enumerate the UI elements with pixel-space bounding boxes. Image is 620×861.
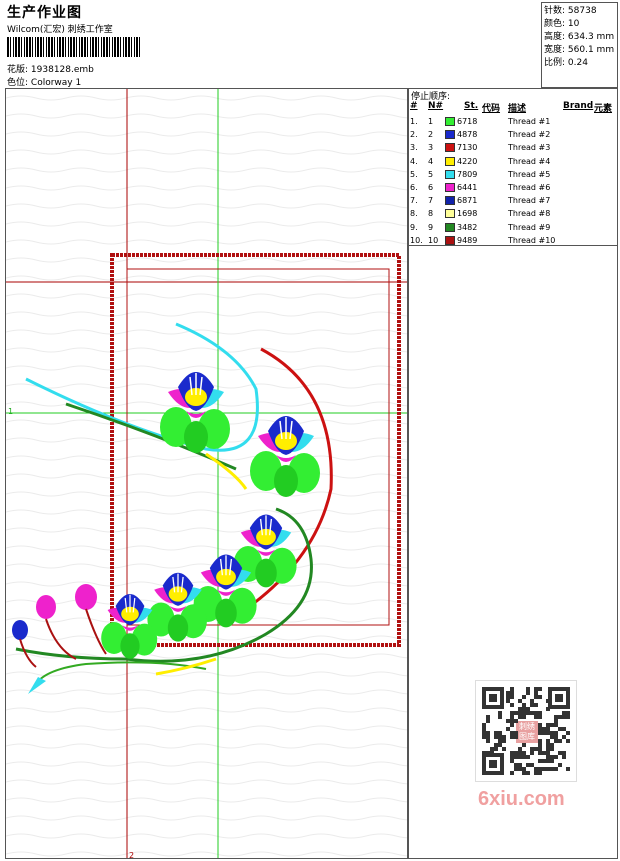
thread-desc: Thread #8 (508, 209, 551, 219)
thread-num: 8. (410, 209, 418, 219)
qr-stamp: 刺绣图库 (519, 722, 535, 741)
file-line: 花版: 1938128.emb (7, 62, 94, 75)
thread-n: 1 (428, 117, 434, 126)
thread-code: 1698 (457, 209, 478, 219)
page-title: 生产作业图 (7, 5, 82, 21)
thread-swatch (445, 209, 455, 219)
thread-row[interactable]: 2. 2 4878 Thread #2 (409, 128, 619, 141)
barcode (7, 37, 140, 57)
thread-desc: Thread #2 (508, 130, 551, 140)
thread-num: 9. (410, 222, 418, 232)
thread-n: 7 (428, 196, 434, 206)
thread-code: 3482 (457, 222, 478, 232)
thread-row[interactable]: 10. 10 9489 Thread #10 (409, 234, 619, 247)
thread-row[interactable]: 4. 4 4220 Thread #4 (409, 155, 619, 168)
file-value: 1938128.emb (30, 65, 94, 75)
design-svg: 1 2 (6, 89, 407, 858)
thread-swatch (445, 143, 455, 153)
design-canvas[interactable]: 1 2 (5, 88, 408, 859)
thread-code: 4220 (457, 156, 478, 166)
col-brand: Brand (563, 101, 594, 111)
watermark-text: 6xiu.com (478, 788, 565, 810)
file-label: 花版: (7, 65, 29, 75)
thread-n: 3 (428, 143, 434, 153)
thread-n: 5 (428, 169, 434, 179)
thread-row[interactable]: 8. 8 1698 Thread #8 (409, 207, 619, 220)
thread-code: 7809 (457, 169, 478, 179)
thread-swatch (445, 156, 455, 166)
thread-row[interactable]: 9. 9 3482 Thread #9 (409, 221, 619, 234)
thread-swatch (445, 196, 455, 206)
thread-num: 6. (410, 183, 418, 192)
page-border-bottom (5, 858, 618, 859)
thread-num: 10. (410, 235, 423, 245)
colorway-label: 色位: (7, 78, 29, 88)
thread-swatch (445, 183, 455, 192)
thread-n: 6 (428, 183, 434, 192)
colorway-value: Colorway 1 (30, 78, 82, 88)
thread-row[interactable]: 3. 3 7130 Thread #3 (409, 141, 619, 154)
thread-desc: Thread #7 (508, 196, 551, 206)
thread-desc: Thread #1 (508, 117, 551, 126)
height-stat: 高度: 634.3 mm (544, 32, 615, 42)
col-element: 元素 (594, 104, 613, 114)
colorway-line: 色位: Colorway 1 (7, 75, 81, 88)
marker-1: 1 (8, 407, 13, 416)
thread-desc: Thread #3 (508, 143, 551, 153)
thread-n: 10 (428, 235, 439, 245)
thread-desc: Thread #9 (508, 222, 551, 232)
thread-swatch (445, 222, 455, 232)
thread-num: 5. (410, 169, 418, 179)
thread-desc: Thread #6 (508, 183, 551, 192)
thread-num: 4. (410, 156, 418, 166)
stitches-stat: 针数: 58738 (544, 6, 597, 16)
col-n: N# (428, 101, 444, 111)
thread-code: 4878 (457, 130, 478, 140)
thread-code: 6718 (457, 117, 478, 126)
thread-row[interactable]: 5. 5 7809 Thread #5 (409, 168, 619, 181)
thread-num: 2. (410, 130, 418, 140)
thread-row[interactable]: 1. 1 6718 Thread #1 (409, 115, 619, 128)
thread-code: 6871 (457, 196, 478, 206)
thread-desc: Thread #4 (508, 156, 551, 166)
qr-code: 刺绣图库 (475, 680, 577, 782)
right-panel-divider (408, 246, 409, 859)
thread-swatch (445, 117, 455, 126)
colors-stat: 颜色: 10 (544, 19, 580, 29)
thread-sequence-panel: 停止顺序: # N# St. 代码 描述 Brand 元素 1. 1 6718 Thr… (408, 88, 618, 246)
thread-desc: Thread #5 (508, 169, 551, 179)
thread-swatch (445, 235, 455, 245)
width-stat: 宽度: 560.1 mm (544, 45, 615, 55)
thread-num: 1. (410, 117, 418, 126)
software-subtitle: Wilcom(汇宏) 刺绣工作室 (7, 25, 113, 35)
thread-code: 9489 (457, 235, 478, 245)
thread-swatch (445, 130, 455, 140)
col-code: 代码 (482, 104, 501, 114)
thread-swatch (445, 169, 455, 179)
thread-row[interactable]: 7. 7 6871 Thread #7 (409, 194, 619, 207)
thread-code: 7130 (457, 143, 478, 153)
col-st: St. (464, 101, 479, 111)
stats-panel: 针数: 58738 颜色: 10 高度: 634.3 mm 宽度: 560.1 … (541, 2, 618, 88)
thread-n: 4 (428, 156, 434, 166)
scale-stat: 比例: 0.24 (544, 58, 588, 68)
thread-desc: Thread #10 (508, 235, 556, 245)
thread-n: 9 (428, 222, 434, 232)
thread-num: 3. (410, 143, 418, 153)
thread-n: 2 (428, 130, 434, 140)
col-desc: 描述 (508, 104, 527, 114)
thread-num: 7. (410, 196, 418, 206)
thread-n: 8 (428, 209, 434, 219)
thread-code: 6441 (457, 183, 478, 192)
page-border-right (617, 88, 618, 859)
thread-row[interactable]: 6. 6 6441 Thread #6 (409, 181, 619, 194)
col-num: # (410, 101, 418, 111)
